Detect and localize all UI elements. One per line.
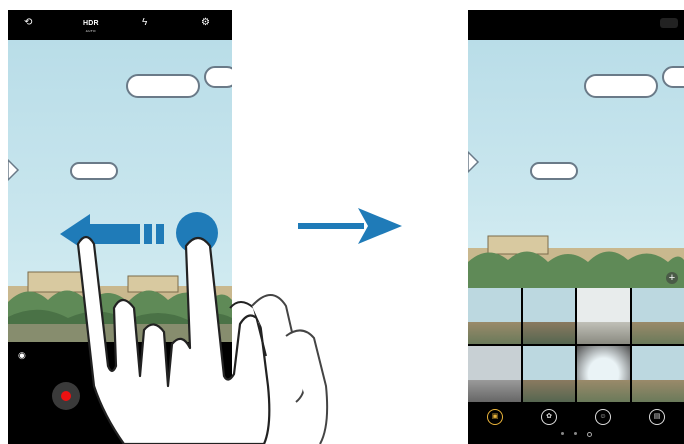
cloud-decoration [530,162,578,180]
camera-top-bar: ⟲ HDR AUTO ϟ ⚙ [8,10,232,40]
filter-tile[interactable] [577,346,630,402]
hdr-toggle[interactable]: HDR AUTO [83,18,99,33]
beauty-icon[interactable]: ✿ [541,409,557,425]
hdr-sub-label: AUTO [85,29,97,33]
filter-icon[interactable]: ▣ [487,409,503,425]
filter-tile[interactable] [631,288,684,344]
gear-icon[interactable]: ⚙ [201,18,210,28]
add-filter-button[interactable]: + [666,272,678,284]
filter-grid [468,288,684,402]
page-indicator [468,432,684,438]
cloud-decoration [70,162,118,180]
cloud-edge [468,150,480,174]
cloud-decoration [662,66,684,88]
camera-top-bar [468,10,684,40]
right-arrow-icon [298,208,402,244]
page-dot [560,432,564,435]
person-icon[interactable]: ☺ [595,409,611,425]
page-dot-current [586,432,592,437]
frame-icon[interactable]: ▤ [649,409,665,425]
cloud-edge [8,158,20,182]
filter-tile[interactable] [631,346,684,402]
switch-camera-icon[interactable]: ⟲ [24,18,32,28]
eye-icon[interactable]: ◉ [18,350,26,361]
page-dot [573,432,577,435]
two-finger-swipe-hand-icon [76,235,329,444]
filter-tile[interactable] [468,288,521,344]
filter-tile[interactable] [522,346,575,402]
filter-tile[interactable] [468,346,521,402]
right-camera-screen: + ▣ ✿ ☺ ▤ [468,10,684,444]
flash-off-icon[interactable]: ϟ [142,18,147,28]
status-pill [660,18,678,28]
city-skyline [468,235,684,288]
cloud-decoration [126,74,200,98]
hdr-label: HDR [83,20,99,27]
cloud-decoration [204,66,232,88]
cloud-decoration [584,74,658,98]
filter-tile[interactable] [577,288,630,344]
camera-preview [468,40,684,288]
mode-bar: ▣ ✿ ☺ ▤ [468,404,684,430]
filter-tile[interactable] [522,288,575,344]
